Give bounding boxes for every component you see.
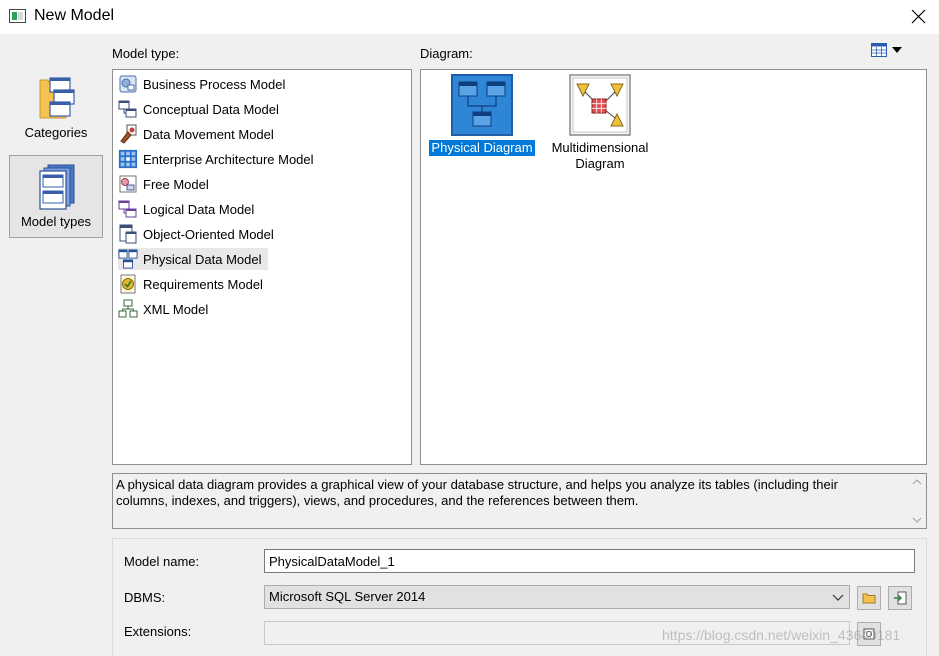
list-item-xml-model[interactable]: XML Model bbox=[118, 298, 214, 320]
enterprise-architecture-model-icon bbox=[118, 149, 138, 169]
view-mode-button[interactable] bbox=[871, 42, 905, 58]
business-process-model-icon bbox=[118, 74, 138, 94]
diagram-item-physical[interactable]: Physical Diagram bbox=[426, 74, 538, 156]
list-item-free-model[interactable]: Free Model bbox=[118, 173, 215, 195]
model-name-label: Model name: bbox=[124, 554, 200, 569]
xml-model-icon bbox=[118, 299, 138, 319]
list-item-enterprise-architecture-model[interactable]: Enterprise Architecture Model bbox=[118, 148, 320, 170]
category-label: Categories bbox=[24, 125, 88, 140]
list-item-business-process-model[interactable]: Business Process Model bbox=[118, 73, 291, 95]
extensions-label: Extensions: bbox=[124, 624, 192, 639]
list-item-object-oriented-model[interactable]: Object-Oriented Model bbox=[118, 223, 280, 245]
physical-data-model-icon bbox=[118, 249, 138, 269]
diagram-item-label-line1: Multidimensional bbox=[551, 140, 649, 155]
windows-stack-icon bbox=[36, 163, 76, 211]
diagram-item-label: Physical Diagram bbox=[429, 140, 535, 156]
app-window-icon bbox=[9, 9, 26, 23]
description-scrollbar[interactable] bbox=[908, 475, 925, 527]
close-button[interactable] bbox=[898, 0, 939, 32]
description-box: A physical data diagram provides a graph… bbox=[112, 473, 927, 529]
data-movement-model-icon bbox=[118, 124, 138, 144]
category-label: Model types bbox=[20, 214, 92, 229]
chevron-down-icon bbox=[892, 47, 902, 53]
list-item-physical-data-model[interactable]: Physical Data Model bbox=[118, 248, 268, 270]
watermark-text: https://blog.csdn.net/weixin_43640181 bbox=[662, 627, 901, 643]
dbms-select-value: Microsoft SQL Server 2014 bbox=[269, 589, 426, 604]
import-icon bbox=[894, 591, 907, 605]
diagram-list[interactable]: Physical Diagram Multidimensional Diagram bbox=[420, 69, 927, 465]
diagram-item-multidimensional[interactable]: Multidimensional Diagram bbox=[545, 74, 655, 172]
list-item-data-movement-model[interactable]: Data Movement Model bbox=[118, 123, 280, 145]
chevron-down-icon bbox=[832, 594, 844, 601]
folder-windows-icon bbox=[36, 74, 76, 122]
model-type-label: Model type: bbox=[112, 46, 180, 61]
window-title: New Model bbox=[34, 7, 115, 24]
model-type-list[interactable]: Business Process Model Conceptual Data M… bbox=[112, 69, 412, 465]
category-categories[interactable]: Categories bbox=[9, 70, 103, 148]
chevron-up-icon bbox=[912, 479, 921, 485]
physical-diagram-icon bbox=[451, 74, 513, 136]
dbms-select[interactable]: Microsoft SQL Server 2014 bbox=[264, 585, 850, 609]
folder-icon bbox=[862, 593, 876, 604]
list-item-requirements-model[interactable]: Requirements Model bbox=[118, 273, 269, 295]
diagram-label: Diagram: bbox=[420, 46, 473, 61]
object-oriented-model-icon bbox=[118, 224, 138, 244]
requirements-model-icon bbox=[118, 274, 138, 294]
description-line-2: columns, indexes, and triggers), views, … bbox=[116, 493, 639, 508]
model-name-input[interactable] bbox=[264, 549, 915, 573]
list-view-icon bbox=[871, 43, 887, 57]
description-line-1: A physical data diagram provides a graph… bbox=[116, 477, 838, 492]
conceptual-data-model-icon bbox=[118, 99, 138, 119]
browse-dbms-button[interactable] bbox=[857, 586, 881, 610]
category-model-types[interactable]: Model types bbox=[9, 155, 103, 238]
multidimensional-diagram-icon bbox=[569, 74, 631, 136]
close-icon bbox=[911, 9, 926, 23]
diagram-item-label: Multidimensional Diagram bbox=[550, 140, 651, 172]
list-item-conceptual-data-model[interactable]: Conceptual Data Model bbox=[118, 98, 285, 120]
dbms-label: DBMS: bbox=[124, 590, 166, 605]
diagram-item-label-line2: Diagram bbox=[575, 156, 625, 171]
chevron-down-icon bbox=[912, 517, 921, 523]
list-item-logical-data-model[interactable]: Logical Data Model bbox=[118, 198, 260, 220]
import-dbms-button[interactable] bbox=[888, 586, 912, 610]
title-bar: New Model bbox=[0, 0, 939, 34]
free-model-icon bbox=[118, 174, 138, 194]
logical-data-model-icon bbox=[118, 199, 138, 219]
